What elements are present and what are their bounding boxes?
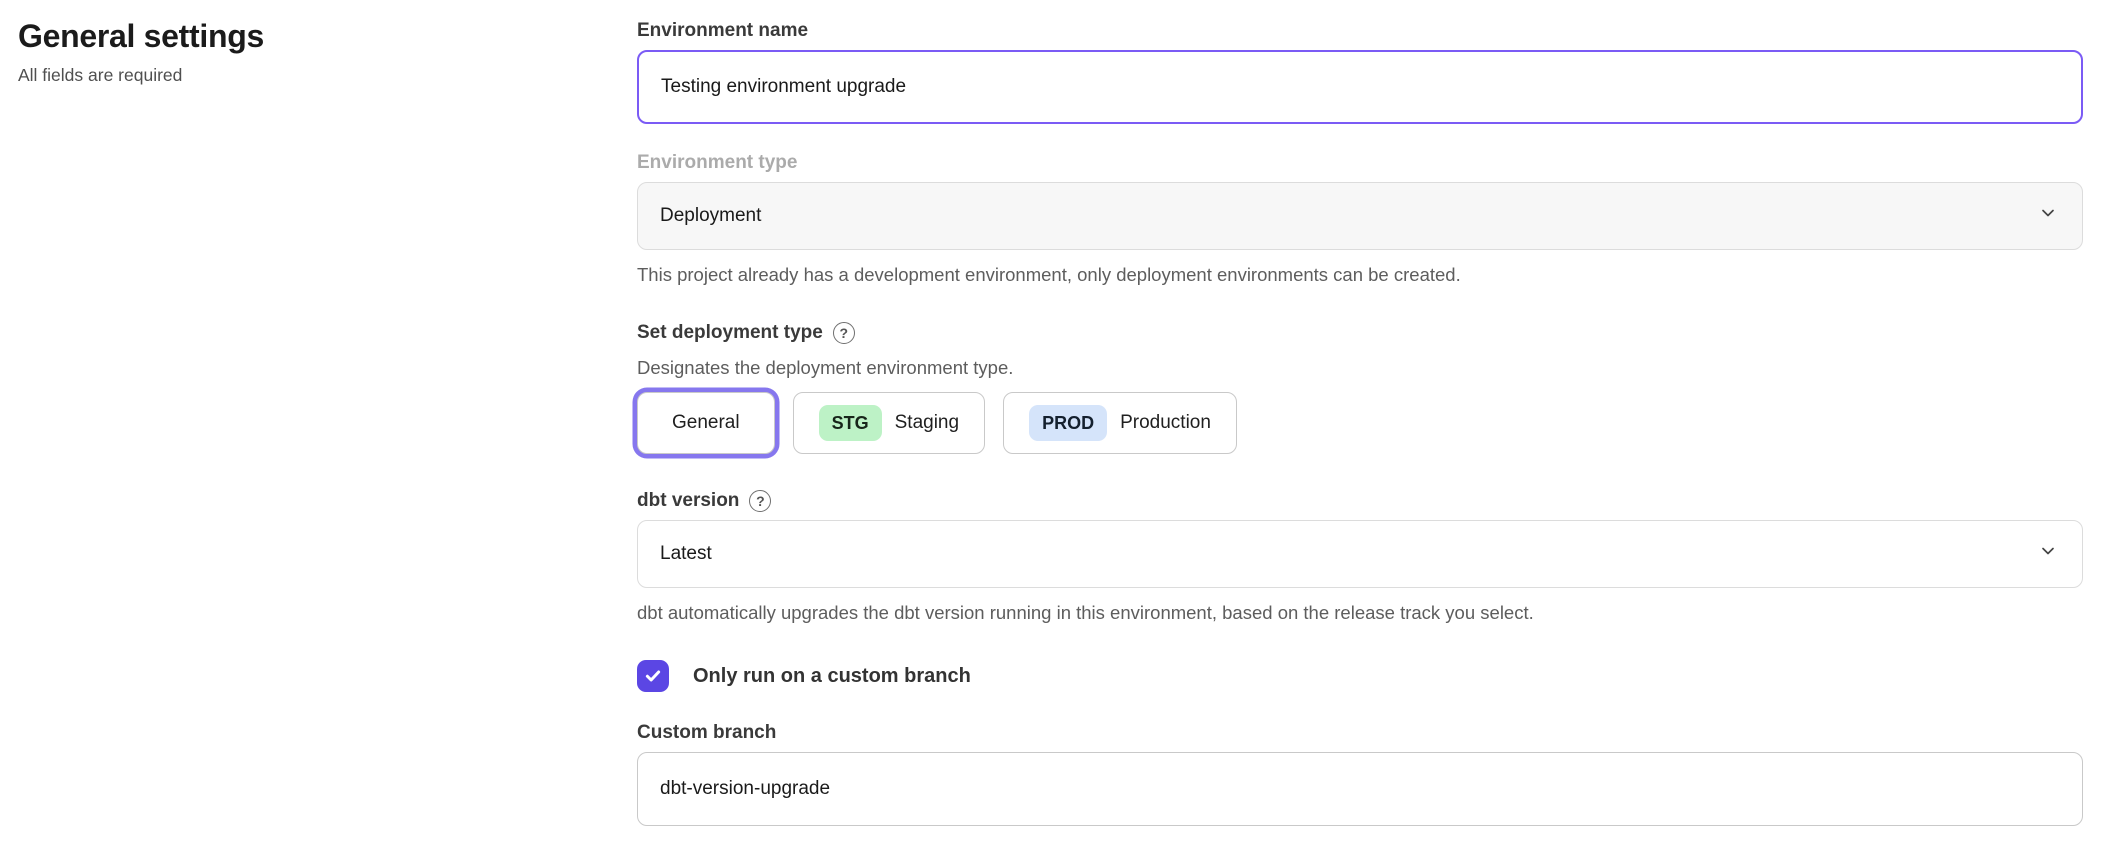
deployment-type-production-label: Production [1120, 412, 1211, 434]
environment-name-label: Environment name [637, 20, 808, 42]
deployment-type-general-button[interactable]: General [637, 392, 775, 454]
dbt-version-value: Latest [660, 543, 712, 565]
chevron-down-icon [2038, 541, 2058, 567]
deployment-type-general-label: General [672, 412, 740, 434]
help-icon[interactable]: ? [749, 490, 771, 512]
deployment-type-helper: Designates the deployment environment ty… [637, 357, 2083, 379]
environment-type-select: Deployment [637, 182, 2083, 250]
environment-type-value: Deployment [660, 205, 761, 227]
dbt-version-label: dbt version [637, 490, 739, 512]
custom-branch-input[interactable] [637, 752, 2083, 826]
deployment-type-production-button[interactable]: PROD Production [1003, 392, 1237, 454]
custom-branch-field: Custom branch [637, 722, 2083, 826]
deployment-type-label-row: Set deployment type ? [637, 322, 2083, 344]
chevron-down-icon [2038, 203, 2058, 229]
settings-form: Environment name Environment type Deploy… [637, 16, 2083, 826]
staging-badge: STG [819, 405, 882, 441]
deployment-type-staging-label: Staging [895, 412, 959, 434]
deployment-type-options: General STG Staging PROD Production [637, 392, 2083, 454]
dbt-version-label-row: dbt version ? [637, 490, 2083, 512]
environment-type-label: Environment type [637, 152, 797, 174]
custom-branch-label: Custom branch [637, 722, 776, 744]
environment-type-helper: This project already has a development e… [637, 264, 2083, 286]
settings-header: General settings All fields are required [18, 16, 637, 826]
help-icon[interactable]: ? [833, 322, 855, 344]
environment-name-field: Environment name [637, 20, 2083, 124]
deployment-type-field: Set deployment type ? Designates the dep… [637, 322, 2083, 454]
environment-type-field: Environment type Deployment This project… [637, 152, 2083, 286]
page-subtitle: All fields are required [18, 65, 637, 86]
general-settings-page: General settings All fields are required… [0, 0, 2116, 826]
dbt-version-select[interactable]: Latest [637, 520, 2083, 588]
page-title: General settings [18, 16, 637, 56]
checkbox-checked-icon[interactable] [637, 660, 669, 692]
production-badge: PROD [1029, 405, 1107, 441]
deployment-type-staging-button[interactable]: STG Staging [793, 392, 985, 454]
dbt-version-helper: dbt automatically upgrades the dbt versi… [637, 602, 2083, 624]
custom-branch-checkbox-row[interactable]: Only run on a custom branch [637, 660, 2083, 692]
deployment-type-label: Set deployment type [637, 322, 823, 344]
dbt-version-field: dbt version ? Latest dbt automatically u… [637, 490, 2083, 624]
environment-name-input[interactable] [637, 50, 2083, 124]
custom-branch-checkbox-label: Only run on a custom branch [693, 665, 971, 688]
